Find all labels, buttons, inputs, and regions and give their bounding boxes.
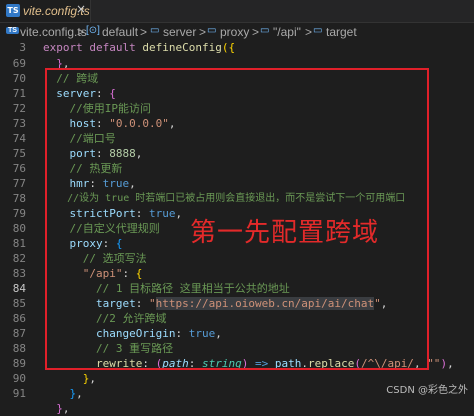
line-number: 70: [12, 72, 26, 85]
code-line: },: [82, 372, 96, 385]
breadcrumb-separator: >: [199, 25, 207, 39]
typescript-file-icon: TS: [6, 27, 19, 34]
line-number: 82: [12, 252, 26, 265]
line-number: 88: [12, 342, 26, 355]
breadcrumb-item-default[interactable]: default: [102, 25, 138, 39]
property-icon: ▭: [150, 25, 160, 36]
breadcrumb-separator: >: [77, 25, 85, 39]
breadcrumb-item-proxy[interactable]: proxy: [220, 25, 249, 39]
line-number: 87: [12, 327, 26, 340]
tab-vite-config[interactable]: TS vite.config.ts ×: [0, 0, 91, 22]
line-number: 78: [12, 192, 26, 205]
breadcrumb-item-target[interactable]: target: [326, 25, 357, 39]
line-number: 80: [12, 222, 26, 235]
line-number: 76: [12, 162, 26, 175]
annotation-text: 第一先配置跨域: [190, 218, 380, 248]
watermark: CSDN @彩色之外: [386, 385, 468, 396]
line-number: 79: [12, 207, 26, 220]
line-number: 86: [12, 312, 26, 325]
code-line: },: [56, 402, 70, 415]
line-number: 84: [12, 282, 26, 295]
property-icon: ▭: [260, 25, 270, 36]
line-number: 81: [12, 237, 26, 250]
tab-bar: TS vite.config.ts ×: [0, 0, 474, 23]
line-number: 77: [12, 177, 26, 190]
code-line: },: [69, 387, 83, 400]
close-icon[interactable]: ×: [76, 2, 86, 16]
typescript-file-icon: TS: [6, 4, 20, 17]
line-number: 89: [12, 357, 26, 370]
breadcrumb-separator: >: [140, 25, 148, 39]
breadcrumb: TS vite.config.ts > [⊙] default > ▭ serv…: [0, 23, 474, 41]
line-number: 75: [12, 147, 26, 160]
line-number: 85: [12, 297, 26, 310]
module-icon: [⊙]: [86, 25, 100, 36]
line-number: 71: [12, 87, 26, 100]
line-number: 83: [12, 267, 26, 280]
property-icon: ▭: [313, 25, 323, 36]
breadcrumb-separator: >: [252, 25, 260, 39]
code-line: export default defineConfig({: [43, 41, 236, 54]
property-icon: ▭: [207, 25, 217, 36]
line-number: 72: [12, 102, 26, 115]
breadcrumb-item-api[interactable]: "/api": [273, 25, 301, 39]
breadcrumb-separator: >: [305, 25, 313, 39]
line-number: 3: [19, 41, 26, 54]
line-number: 90: [12, 372, 26, 385]
line-number: 91: [12, 387, 26, 400]
breadcrumb-item-server[interactable]: server: [163, 25, 196, 39]
line-number: 69: [12, 57, 26, 70]
line-number: 74: [12, 132, 26, 145]
line-number: 73: [12, 117, 26, 130]
